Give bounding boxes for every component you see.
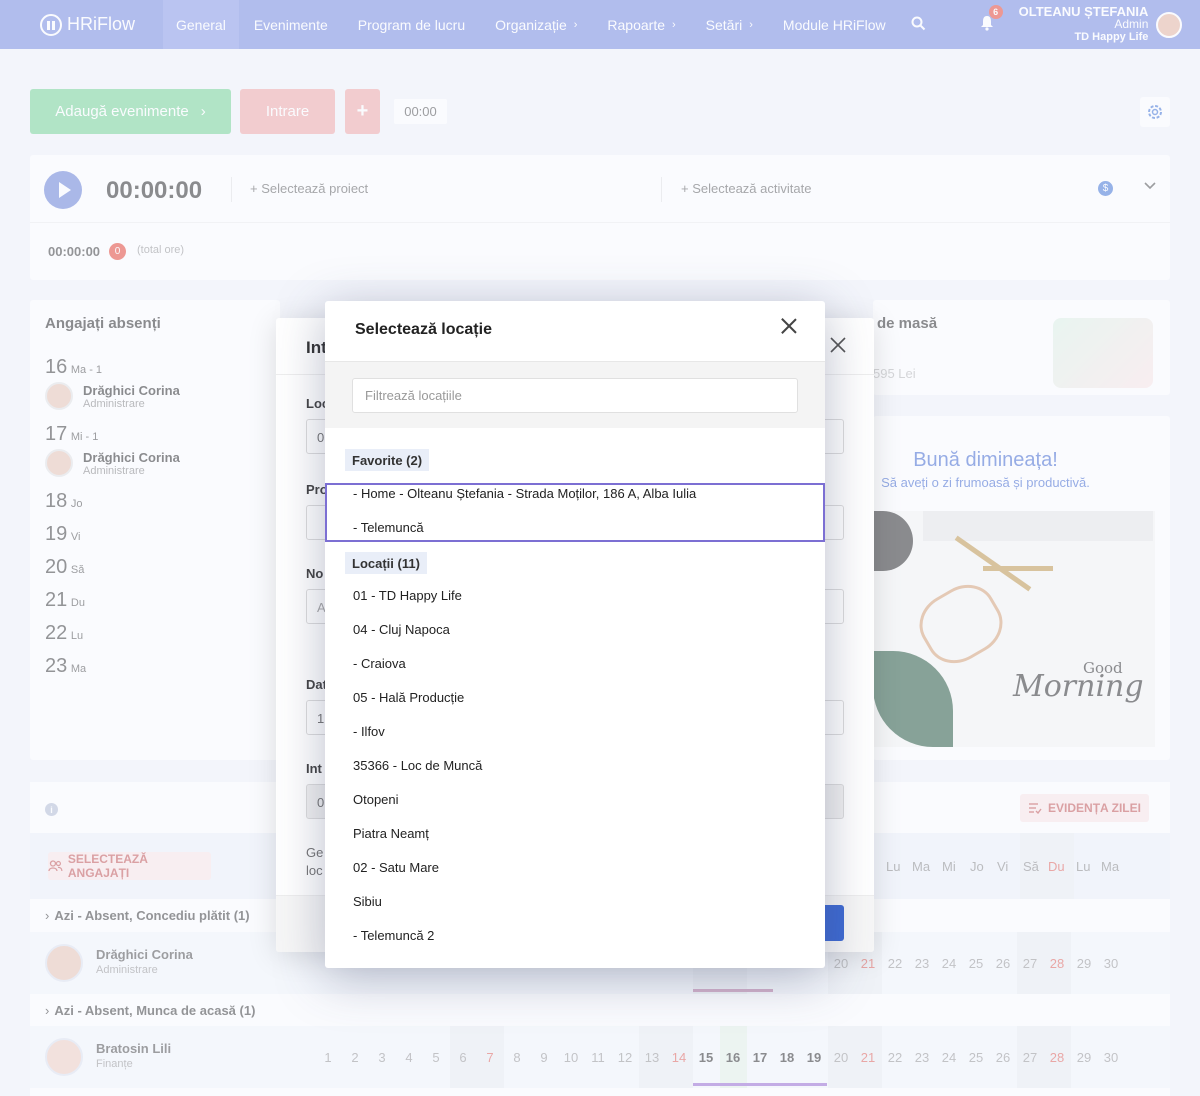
location-item[interactable]: 01 - TD Happy Life bbox=[325, 578, 825, 612]
modal-title: Selectează locație bbox=[355, 321, 492, 338]
modal-title: Int bbox=[306, 338, 327, 357]
favorites-highlight bbox=[325, 483, 825, 542]
location-item[interactable]: Otopeni bbox=[325, 782, 825, 816]
close-icon[interactable] bbox=[780, 317, 798, 335]
location-item[interactable]: 35366 - Loc de Muncă bbox=[325, 748, 825, 782]
note-text: Ge bbox=[306, 845, 324, 860]
location-picker-modal: Selectează locație Favorite (2) - Home -… bbox=[325, 301, 825, 968]
field-label: No bbox=[306, 566, 324, 581]
location-item[interactable]: Sibiu bbox=[325, 884, 825, 918]
location-item[interactable]: 05 - Hală Producție bbox=[325, 680, 825, 714]
filter-bar bbox=[325, 361, 825, 428]
location-item[interactable]: - Craiova bbox=[325, 646, 825, 680]
locations-group-label: Locații (11) bbox=[345, 552, 427, 574]
close-icon[interactable] bbox=[830, 332, 846, 360]
note-text: loc bbox=[306, 863, 323, 878]
location-filter-input[interactable] bbox=[352, 378, 798, 413]
location-item[interactable]: 02 - Satu Mare bbox=[325, 850, 825, 884]
field-label: Int bbox=[306, 761, 322, 776]
field-value: 1 bbox=[317, 711, 325, 726]
location-item[interactable]: - Ilfov bbox=[325, 714, 825, 748]
favorites-group-label: Favorite (2) bbox=[345, 449, 430, 471]
field-label: Dat bbox=[306, 677, 327, 692]
location-item[interactable]: Piatra Neamț bbox=[325, 816, 825, 850]
field-value: 0 bbox=[317, 430, 325, 445]
location-item[interactable]: 04 - Cluj Napoca bbox=[325, 612, 825, 646]
field-value: 0 bbox=[317, 795, 325, 810]
location-item[interactable]: - Telemuncă 2 bbox=[325, 918, 825, 952]
